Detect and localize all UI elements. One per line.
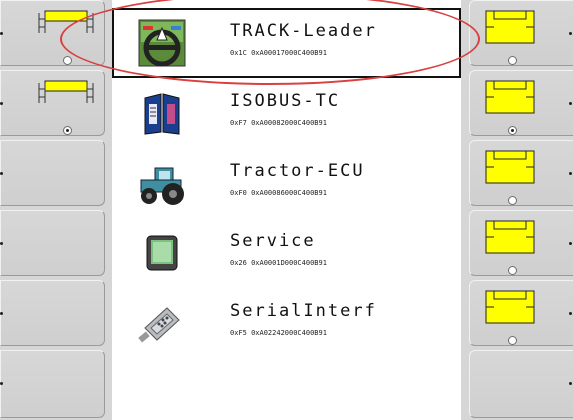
device-id: 0xF0 0xA00086000C400B91: [230, 189, 327, 197]
steering-wheel-icon: [138, 19, 186, 67]
key-indicator-dot: [0, 242, 3, 245]
right-softkey-6[interactable]: [469, 350, 573, 418]
key-indicator-dot: [0, 172, 3, 175]
left-softkey-5[interactable]: [0, 280, 105, 346]
device-id: 0xF5 0xA02242000C400B91: [230, 329, 327, 337]
left-softkey-4[interactable]: [0, 210, 105, 276]
key-indicator-dot: [0, 102, 3, 105]
key-indicator-dot: [0, 32, 3, 35]
left-softkey-1[interactable]: [0, 0, 105, 66]
device-item-isobus-tc[interactable]: ISOBUS-TC 0xF7 0xA00082000C400B91: [112, 78, 461, 148]
key-indicator-dot: [569, 242, 572, 245]
radio-off-indicator: [508, 266, 517, 275]
key-indicator-dot: [569, 172, 572, 175]
radio-off-indicator: [63, 56, 72, 65]
radio-on-indicator: [63, 126, 72, 135]
right-softkey-1[interactable]: [469, 0, 573, 66]
boom-section-filled-icon: [485, 220, 535, 254]
boom-section-icon: [38, 80, 94, 103]
key-indicator-dot: [569, 382, 572, 385]
boom-section-filled-icon: [485, 150, 535, 184]
device-name: ISOBUS-TC: [230, 91, 341, 111]
key-indicator-dot: [0, 382, 3, 385]
device-item-serialinterf[interactable]: SerialInterf 0xF5 0xA02242000C400B91: [112, 288, 461, 358]
key-indicator-dot: [0, 312, 3, 315]
device-item-track-leader[interactable]: TRACK-Leader 0x1C 0xA00017000C400B91: [112, 8, 461, 78]
device-item-service[interactable]: Service 0x26 0xA0001D000C400B91: [112, 218, 461, 288]
tractor-icon: [140, 167, 184, 205]
device-name: TRACK-Leader: [230, 21, 377, 41]
radio-off-indicator: [508, 56, 517, 65]
right-softkey-2[interactable]: [469, 70, 573, 136]
device-id: 0x26 0xA0001D000C400B91: [230, 259, 327, 267]
left-softkey-column: [0, 0, 112, 420]
boom-section-icon: [38, 10, 94, 33]
device-id: 0x1C 0xA00017000C400B91: [230, 49, 327, 57]
left-softkey-3[interactable]: [0, 140, 105, 206]
task-controller-book-icon: [144, 93, 180, 135]
boom-section-filled-icon: [485, 10, 535, 44]
device-item-tractor-ecu[interactable]: Tractor-ECU 0xF0 0xA00086000C400B91: [112, 148, 461, 218]
radio-off-indicator: [508, 336, 517, 345]
left-softkey-2[interactable]: [0, 70, 105, 136]
key-indicator-dot: [569, 312, 572, 315]
radio-on-indicator: [508, 126, 517, 135]
key-indicator-dot: [569, 32, 572, 35]
radio-off-indicator: [508, 196, 517, 205]
device-name: Tractor-ECU: [230, 161, 365, 181]
right-softkey-5[interactable]: [469, 280, 573, 346]
right-softkey-column: [461, 0, 573, 420]
device-list: TRACK-Leader 0x1C 0xA00017000C400B91 ISO…: [112, 0, 461, 420]
device-id: 0xF7 0xA00082000C400B91: [230, 119, 327, 127]
boom-section-filled-icon: [485, 290, 535, 324]
right-softkey-4[interactable]: [469, 210, 573, 276]
boom-section-filled-icon: [485, 80, 535, 114]
left-softkey-6[interactable]: [0, 350, 105, 418]
right-softkey-3[interactable]: [469, 140, 573, 206]
device-name: SerialInterf: [230, 301, 377, 321]
device-name: Service: [230, 231, 316, 251]
serial-connector-icon: [138, 307, 180, 343]
terminal-icon: [146, 235, 178, 271]
key-indicator-dot: [569, 102, 572, 105]
